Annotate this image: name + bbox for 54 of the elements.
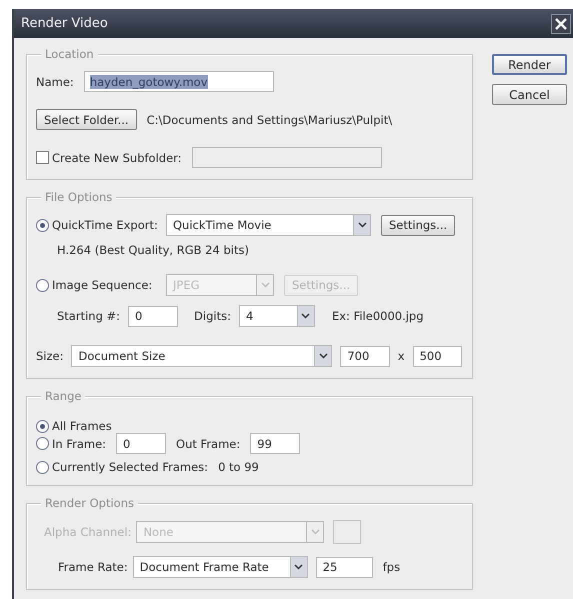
in-frame-field[interactable]: 0 xyxy=(116,433,166,454)
times-sign: x xyxy=(398,349,405,363)
caret-icon xyxy=(296,306,314,326)
field-label: Starting #: xyxy=(57,309,120,323)
radio-button[interactable] xyxy=(36,437,49,450)
color-swatch[interactable] xyxy=(333,520,362,544)
option-label: QuickTime Export: xyxy=(52,218,159,232)
dialog-button[interactable]: Render xyxy=(492,54,567,75)
close-button[interactable] xyxy=(551,14,571,34)
select-folder-button[interactable]: Select Folder... xyxy=(36,109,137,130)
folder-path: C:\Documents and Settings\Mariusz\Pulpit\ xyxy=(146,112,392,126)
radio-button[interactable] xyxy=(36,420,49,432)
name-field[interactable]: hayden_gotowy.mov xyxy=(84,71,274,92)
width-field[interactable]: 700 xyxy=(340,346,390,366)
format-dropdown[interactable]: QuickTime Movie xyxy=(166,214,371,236)
radio-button[interactable] xyxy=(36,218,49,232)
option-label: Image Sequence: xyxy=(52,278,154,292)
group-legend: Location xyxy=(41,47,98,61)
dialog-button[interactable]: Cancel xyxy=(492,84,567,105)
size-dropdown[interactable]: Document Size xyxy=(71,345,332,367)
field-label: Frame Rate: xyxy=(58,560,128,574)
settings-button[interactable]: Settings... xyxy=(381,214,456,236)
subfolder-field[interactable] xyxy=(192,147,382,168)
option-label: All Frames xyxy=(52,419,112,433)
radio-button[interactable] xyxy=(36,460,49,474)
caret-icon xyxy=(353,215,370,235)
option-label: Currently Selected Frames: xyxy=(52,460,208,474)
caret-icon xyxy=(256,275,273,295)
unit-label: fps xyxy=(382,560,400,574)
field-label: Digits: xyxy=(194,309,231,323)
frame-rate-dropdown[interactable]: Document Frame Rate xyxy=(132,556,308,578)
checkbox[interactable] xyxy=(36,151,49,164)
window-title: Render Video xyxy=(21,16,108,31)
checkbox-label: Create New Subfolder: xyxy=(52,150,182,164)
option-label: In Frame: xyxy=(52,436,106,450)
out-frame-field[interactable]: 99 xyxy=(250,433,300,454)
codec-info: H.264 (Best Quality, RGB 24 bits) xyxy=(57,243,249,257)
height-field[interactable]: 500 xyxy=(412,346,462,366)
example-text: Ex: File0000.jpg xyxy=(332,309,424,323)
group-legend: Range xyxy=(41,389,86,403)
digits-dropdown[interactable]: 4 xyxy=(238,305,315,327)
fps-field[interactable]: 25 xyxy=(316,556,373,578)
group-legend: File Options xyxy=(41,190,116,204)
starting-number-field[interactable]: 0 xyxy=(128,306,178,326)
close-icon xyxy=(555,18,567,30)
caret-icon xyxy=(306,522,324,542)
field-label: Out Frame: xyxy=(176,436,240,450)
field-label: Name: xyxy=(36,74,74,88)
caret-icon xyxy=(314,346,332,366)
caret-icon xyxy=(290,557,307,577)
field-label: Size: xyxy=(36,349,64,363)
field-label: Alpha Channel: xyxy=(44,525,132,539)
group-legend: Render Options xyxy=(41,496,138,510)
frame-range-text: 0 to 99 xyxy=(218,460,259,474)
